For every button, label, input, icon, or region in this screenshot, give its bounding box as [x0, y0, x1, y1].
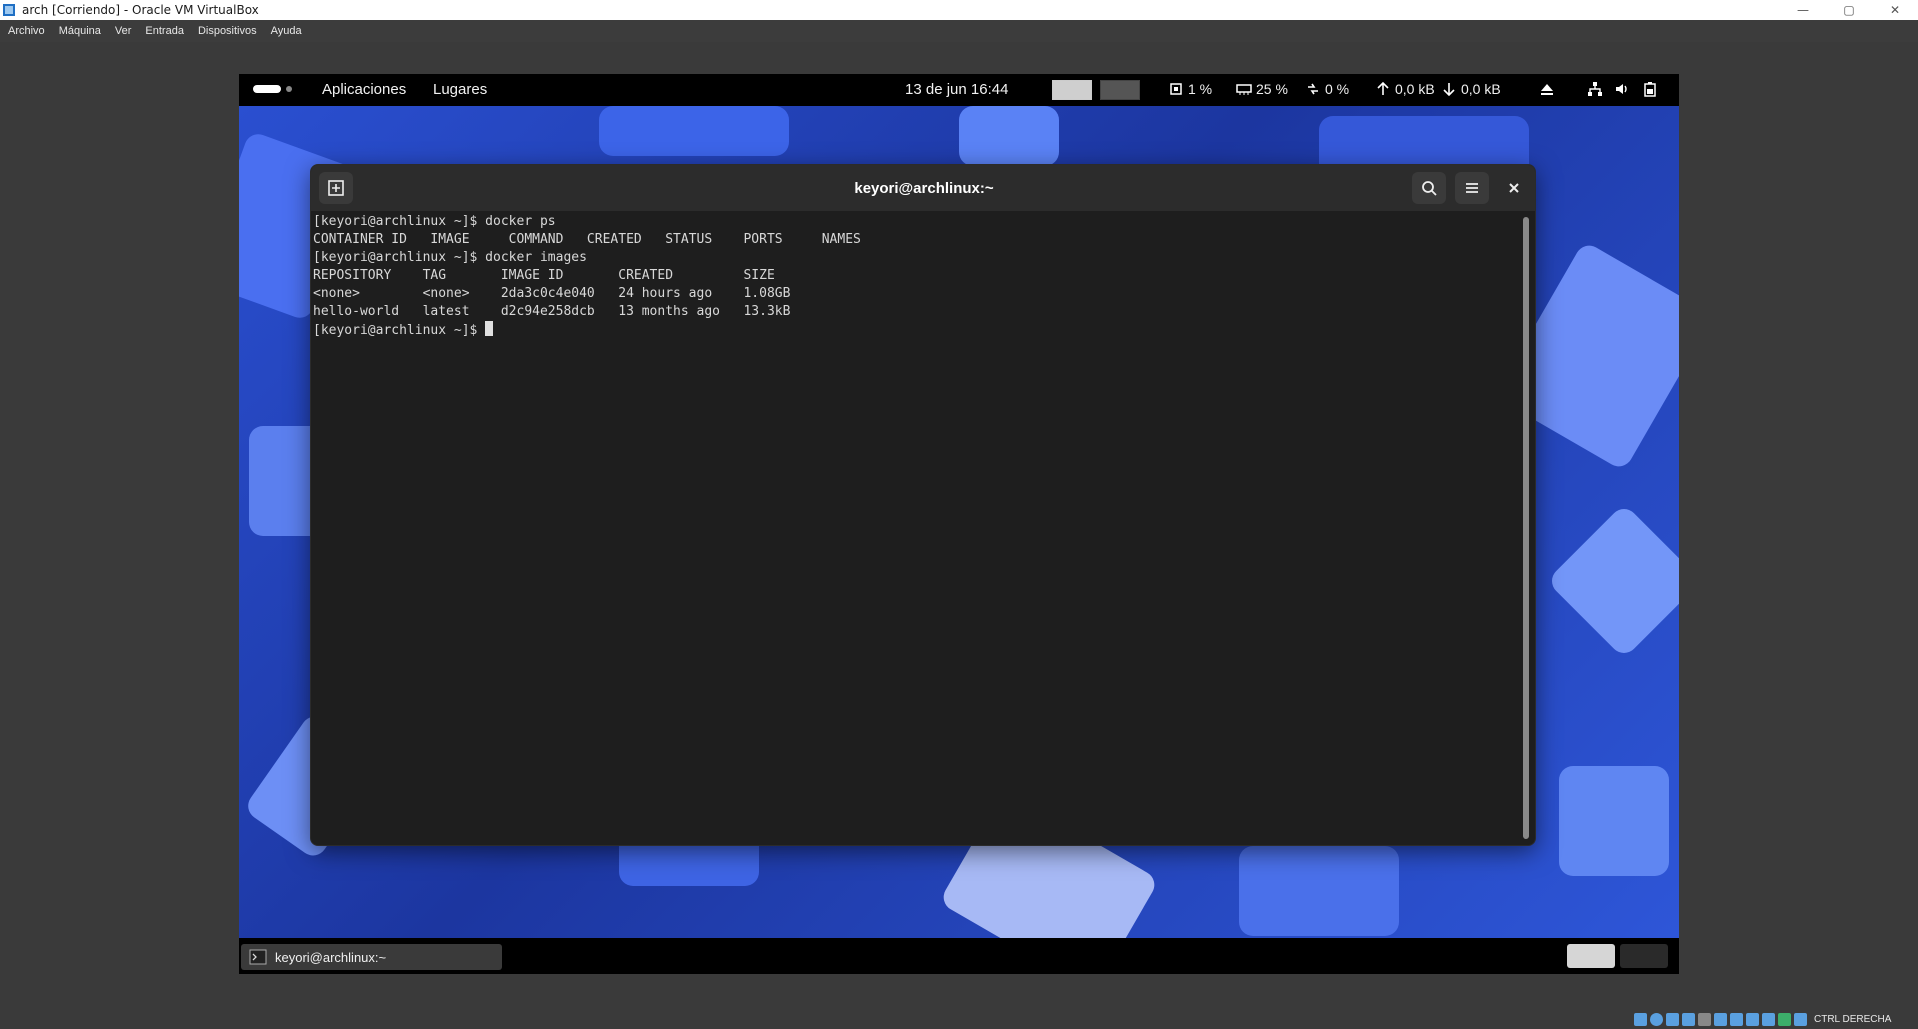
menu-maquina[interactable]: Máquina [59, 25, 101, 37]
keyboard-capture-icon[interactable] [1794, 1012, 1807, 1026]
audio-icon[interactable] [1666, 1012, 1679, 1026]
workspace-dot [286, 86, 292, 92]
terminal-line: [keyori@archlinux ~]$ docker ps [313, 214, 556, 229]
terminal-prompt-line[interactable]: [keyori@archlinux ~]$ [313, 321, 1513, 340]
menu-ayuda[interactable]: Ayuda [271, 25, 302, 37]
search-icon [1422, 181, 1437, 196]
active-workspace-pill [253, 85, 281, 93]
wallpaper-shape [1546, 503, 1679, 659]
net-up-indicator[interactable]: 0,0 kB [1375, 81, 1435, 97]
minimize-button[interactable]: — [1780, 0, 1826, 20]
battery-icon [1644, 82, 1656, 97]
swap-icon [1308, 83, 1318, 95]
volume-icon [1616, 84, 1627, 94]
maximize-button[interactable]: ▢ [1826, 0, 1872, 20]
host-titlebar: arch [Corriendo] - Oracle VM VirtualBox … [0, 0, 1918, 20]
menu-dispositivos[interactable]: Dispositivos [198, 25, 257, 37]
workspace-switcher-1[interactable] [1567, 944, 1615, 968]
taskbar-item-terminal[interactable]: keyori@archlinux:~ [241, 944, 502, 970]
menu-archivo[interactable]: Archivo [8, 25, 45, 37]
cpu-value: 1 % [1188, 81, 1213, 97]
workspace-switcher-2[interactable] [1620, 944, 1668, 968]
activities-indicator[interactable] [253, 85, 292, 93]
memory-icon [1236, 84, 1252, 95]
close-terminal-button[interactable] [1497, 172, 1531, 204]
clock[interactable]: 13 de jun 16:44 [905, 81, 1008, 98]
usb-icon[interactable] [1698, 1012, 1711, 1026]
places-menu[interactable]: Lugares [433, 81, 487, 98]
window-title: arch [Corriendo] - Oracle VM VirtualBox [22, 3, 259, 17]
wallpaper-shape [1239, 846, 1399, 936]
window-controls: — ▢ ✕ [1780, 0, 1918, 20]
text-cursor [485, 321, 494, 336]
menu-entrada[interactable]: Entrada [145, 25, 184, 37]
memory-value: 25 % [1256, 81, 1288, 97]
wallpaper-shape [599, 106, 789, 156]
applications-menu[interactable]: Aplicaciones [322, 81, 406, 98]
network-icon [1588, 82, 1602, 96]
terminal-scrollbar[interactable] [1523, 217, 1529, 839]
wallpaper-shape [959, 106, 1059, 166]
optical-drive-icon[interactable] [1650, 1012, 1663, 1026]
network-indicator[interactable] [1587, 81, 1603, 97]
host-menubar: Archivo Máquina Ver Entrada Dispositivos… [0, 20, 1918, 42]
cpu-icon [1170, 83, 1182, 95]
host-key-label: CTRL DERECHA [1814, 1013, 1892, 1025]
terminal-icon [249, 949, 267, 965]
window-list-bar: keyori@archlinux:~ [239, 938, 1679, 974]
terminal-title: keyori@archlinux:~ [854, 179, 994, 197]
terminal-line: REPOSITORY TAG IMAGE ID CREATED SIZE [313, 268, 775, 283]
wallpaper-shape [1559, 766, 1669, 876]
close-icon [1509, 183, 1519, 193]
virtualbox-icon [3, 4, 15, 16]
terminal-line: hello-world latest d2c94e258dcb 13 month… [313, 304, 791, 319]
gnome-topbar: Aplicaciones Lugares 13 de jun 16:44 1 %… [239, 74, 1679, 106]
net-down-indicator[interactable]: 0,0 kB [1441, 81, 1501, 97]
arrow-up-icon [1377, 81, 1389, 95]
menu-ver[interactable]: Ver [115, 25, 132, 37]
taskbar-item-label: keyori@archlinux:~ [275, 949, 387, 965]
workspace-thumbnail-1[interactable] [1052, 80, 1092, 100]
arrow-down-icon [1443, 83, 1455, 97]
search-button[interactable] [1412, 172, 1446, 204]
new-tab-button[interactable] [319, 172, 353, 204]
terminal-prompt: [keyori@archlinux ~]$ [313, 323, 486, 338]
network-adapter-icon[interactable] [1682, 1012, 1695, 1026]
hamburger-icon [1466, 183, 1478, 193]
swap-indicator[interactable]: 0 % [1305, 81, 1349, 97]
net-up-value: 0,0 kB [1395, 81, 1435, 97]
eject-icon [1541, 84, 1553, 95]
workspace-thumbnail-2[interactable] [1100, 80, 1140, 100]
cpu-status-icon[interactable] [1762, 1012, 1775, 1026]
swap-value: 0 % [1325, 81, 1350, 97]
mouse-integration-icon[interactable] [1778, 1012, 1791, 1026]
terminal-headerbar[interactable]: keyori@archlinux:~ [311, 165, 1535, 211]
eject-indicator[interactable] [1539, 81, 1555, 97]
shared-folders-icon[interactable] [1714, 1012, 1727, 1026]
memory-indicator[interactable]: 25 % [1236, 81, 1288, 97]
volume-indicator[interactable] [1614, 81, 1630, 97]
terminal-output[interactable]: [keyori@archlinux ~]$ docker ps CONTAINE… [313, 213, 1513, 833]
cpu-indicator[interactable]: 1 % [1168, 81, 1212, 97]
host-statusbar: CTRL DERECHA [1634, 1010, 1891, 1028]
close-button[interactable]: ✕ [1872, 0, 1918, 20]
net-down-value: 0,0 kB [1461, 81, 1501, 97]
terminal-window[interactable]: keyori@archlinux:~ [keyori@archlinux ~]$… [310, 164, 1536, 846]
battery-indicator[interactable] [1642, 81, 1658, 97]
terminal-line: CONTAINER ID IMAGE COMMAND CREATED STATU… [313, 232, 861, 247]
vm-screen[interactable]: Aplicaciones Lugares 13 de jun 16:44 1 %… [239, 74, 1679, 974]
video-capture-icon[interactable] [1746, 1012, 1759, 1026]
terminal-line: [keyori@archlinux ~]$ docker images [313, 250, 587, 265]
hard-disk-icon[interactable] [1634, 1012, 1647, 1026]
terminal-line: <none> <none> 2da3c0c4e040 24 hours ago … [313, 286, 791, 301]
menu-button[interactable] [1455, 172, 1489, 204]
new-tab-icon [328, 180, 344, 196]
display-icon[interactable] [1730, 1012, 1743, 1026]
